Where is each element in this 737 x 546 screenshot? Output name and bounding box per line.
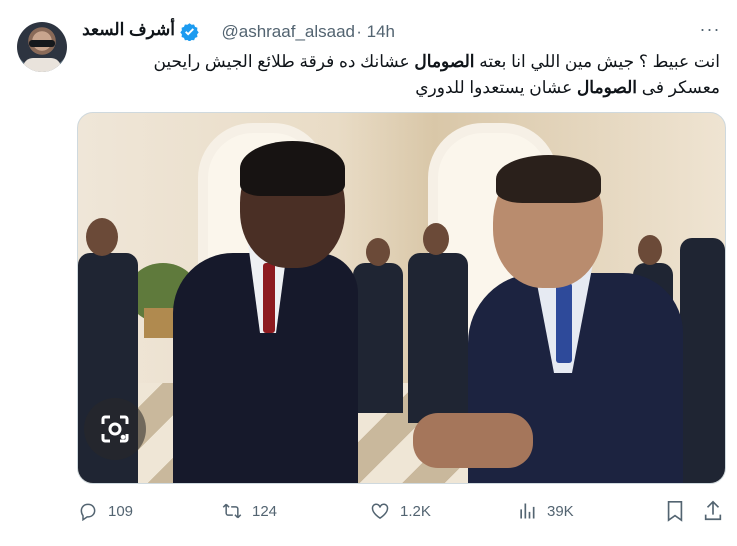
tweet-keyword: الصومال bbox=[414, 52, 475, 71]
tweet-header: ··· · 14h @ashraaf_alsaad أشرف السعد bbox=[0, 20, 737, 46]
google-lens-icon bbox=[101, 415, 129, 443]
photo-man-right-hair bbox=[496, 155, 601, 203]
tweet-text-segment: انت عبيط ؟ جيش مين اللي انا بعته bbox=[474, 52, 720, 71]
more-options-icon[interactable]: ··· bbox=[699, 20, 721, 42]
photo-background-head bbox=[423, 223, 449, 255]
bookmark-icon[interactable] bbox=[664, 498, 686, 524]
tweet-timestamp[interactable]: · 14h bbox=[356, 22, 395, 42]
tweet-text-segment: عشان يستعدوا للدوري bbox=[415, 78, 577, 97]
like-count: 1.2K bbox=[400, 502, 431, 520]
like-button[interactable]: 1.2K bbox=[370, 498, 431, 524]
tweet-actions: 109 124 1.2K 39K bbox=[0, 498, 737, 526]
tweet-text-segment: معسكر فى bbox=[637, 78, 720, 97]
retweet-button[interactable]: 124 bbox=[222, 498, 277, 524]
google-lens-button[interactable] bbox=[84, 398, 146, 460]
photo-man-right-tie bbox=[556, 283, 572, 363]
photo-background-head bbox=[86, 218, 118, 256]
tweet-text-line-1: انت عبيط ؟ جيش مين اللي انا بعته الصومال… bbox=[80, 50, 720, 73]
retweet-count: 124 bbox=[252, 502, 278, 520]
author-handle[interactable]: @ashraaf_alsaad bbox=[221, 22, 355, 42]
tweet-keyword: الصومال bbox=[576, 78, 638, 97]
tweet-card[interactable]: ··· · 14h @ashraaf_alsaad أشرف السعد انت… bbox=[0, 0, 737, 546]
heart-icon bbox=[371, 503, 389, 519]
views-chart-icon bbox=[520, 503, 535, 519]
tweet-text-line-2: معسكر فى الصومال عشان يستعدوا للدوري bbox=[80, 76, 720, 99]
tweet-photo[interactable] bbox=[77, 112, 726, 484]
avatar-shirt bbox=[23, 58, 61, 72]
reply-button[interactable]: 109 bbox=[78, 498, 133, 524]
photo-background-head bbox=[638, 235, 662, 265]
photo-background-person bbox=[680, 238, 725, 483]
retweet-icon bbox=[222, 503, 242, 519]
author-name[interactable]: أشرف السعد bbox=[82, 20, 175, 40]
photo-background-person bbox=[353, 263, 403, 413]
share-icon[interactable] bbox=[702, 498, 724, 524]
photo-man-left-tie bbox=[263, 263, 275, 333]
verified-badge-icon[interactable] bbox=[180, 22, 199, 41]
photo-background-person bbox=[408, 253, 468, 423]
views-count: 39K bbox=[547, 502, 574, 520]
views-button[interactable]: 39K bbox=[517, 498, 574, 524]
photo-background-head bbox=[366, 238, 390, 266]
photo-man-left-hair bbox=[240, 141, 345, 196]
photo-hands bbox=[413, 413, 533, 468]
reply-icon bbox=[80, 503, 96, 521]
tweet-text-segment: عشانك ده فرقة طلائع الجيش رايحين bbox=[153, 52, 415, 71]
reply-count: 109 bbox=[108, 502, 134, 520]
